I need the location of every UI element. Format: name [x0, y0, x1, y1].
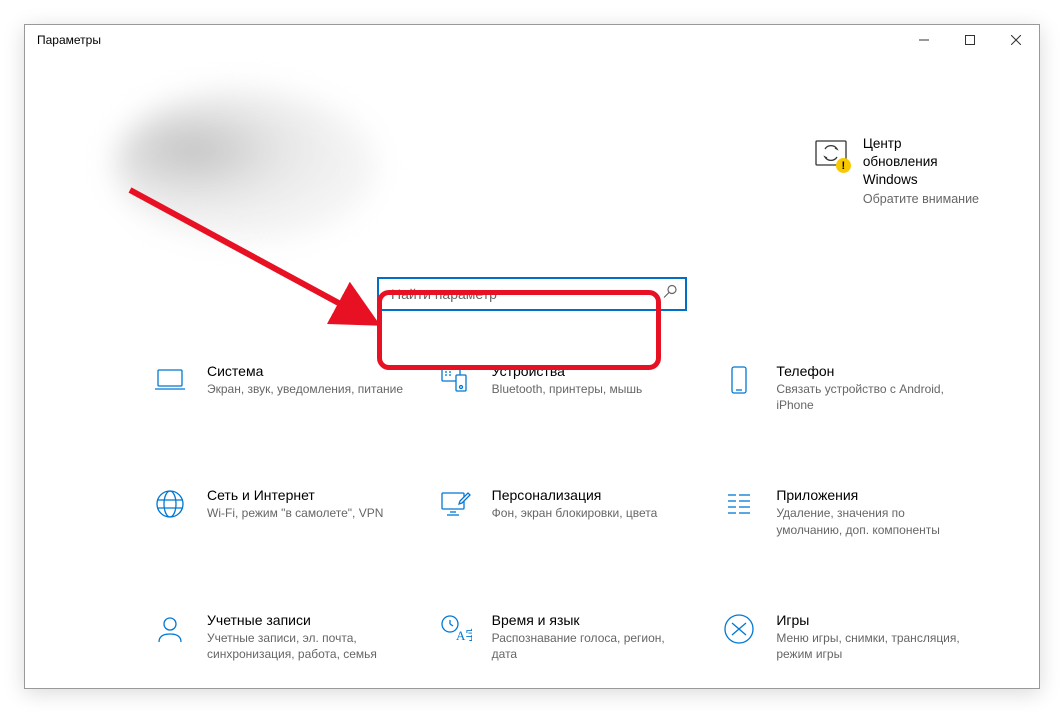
category-title: Сеть и Интернет — [207, 487, 383, 503]
category-phone[interactable]: Телефон Связать устройство с Android, iP… — [714, 355, 979, 419]
category-title: Учетные записи — [207, 612, 404, 628]
category-accounts[interactable]: Учетные записи Учетные записи, эл. почта… — [145, 604, 410, 668]
category-text: Время и язык Распознавание голоса, регио… — [492, 610, 689, 662]
personalization-icon — [436, 485, 474, 523]
category-title: Приложения — [776, 487, 973, 503]
update-title-line1: Центр — [863, 135, 979, 153]
titlebar: Параметры — [25, 25, 1039, 55]
category-system[interactable]: Система Экран, звук, уведомления, питани… — [145, 355, 410, 419]
accounts-icon — [151, 610, 189, 648]
category-text: Приложения Удаление, значения по умолчан… — [776, 485, 973, 537]
svg-text:A字: A字 — [456, 628, 472, 643]
windows-update-tile[interactable]: ! Центр обновления Windows Обратите вним… — [813, 135, 979, 206]
search-icon — [663, 285, 677, 304]
laptop-icon — [151, 361, 189, 399]
category-text: Персонализация Фон, экран блокировки, цв… — [492, 485, 658, 521]
category-title: Игры — [776, 612, 973, 628]
category-desc: Фон, экран блокировки, цвета — [492, 505, 658, 521]
category-title: Время и язык — [492, 612, 689, 628]
alert-badge-icon: ! — [836, 158, 851, 173]
category-desc: Экран, звук, уведомления, питание — [207, 381, 403, 397]
user-profile-blurred[interactable] — [115, 90, 375, 240]
time-language-icon: A字 — [436, 610, 474, 648]
category-time[interactable]: A字 Время и язык Распознавание голоса, ре… — [430, 604, 695, 668]
category-text: Система Экран, звук, уведомления, питани… — [207, 361, 403, 397]
close-button[interactable] — [993, 25, 1039, 55]
category-desc: Bluetooth, принтеры, мышь — [492, 381, 643, 397]
category-desc: Связать устройство с Android, iPhone — [776, 381, 973, 413]
minimize-button[interactable] — [901, 25, 947, 55]
category-devices[interactable]: Устройства Bluetooth, принтеры, мышь — [430, 355, 695, 419]
category-title: Устройства — [492, 363, 643, 379]
phone-icon — [720, 361, 758, 399]
category-apps[interactable]: Приложения Удаление, значения по умолчан… — [714, 479, 979, 543]
devices-icon — [436, 361, 474, 399]
update-title-line2: обновления — [863, 153, 979, 171]
apps-icon — [720, 485, 758, 523]
category-title: Система — [207, 363, 403, 379]
gaming-icon — [720, 610, 758, 648]
update-text: Центр обновления Windows Обратите вниман… — [863, 135, 979, 206]
category-title: Телефон — [776, 363, 973, 379]
update-subtitle: Обратите внимание — [863, 192, 979, 206]
search-input[interactable] — [377, 277, 687, 311]
window-controls — [901, 25, 1039, 55]
category-desc: Меню игры, снимки, трансляция, режим игр… — [776, 630, 973, 662]
search-container — [377, 277, 687, 311]
sync-icon: ! — [813, 135, 849, 171]
category-title: Персонализация — [492, 487, 658, 503]
category-desc: Удаление, значения по умолчанию, доп. ко… — [776, 505, 973, 537]
categories-grid: Система Экран, звук, уведомления, питани… — [145, 355, 979, 668]
category-desc: Распознавание голоса, регион, дата — [492, 630, 689, 662]
category-text: Игры Меню игры, снимки, трансляция, режи… — [776, 610, 973, 662]
window-title: Параметры — [37, 33, 101, 47]
category-network[interactable]: Сеть и Интернет Wi-Fi, режим "в самолете… — [145, 479, 410, 543]
settings-window: Параметры ! Цен — [24, 24, 1040, 689]
category-desc: Wi-Fi, режим "в самолете", VPN — [207, 505, 383, 521]
category-desc: Учетные записи, эл. почта, синхронизация… — [207, 630, 404, 662]
category-text: Телефон Связать устройство с Android, iP… — [776, 361, 973, 413]
maximize-button[interactable] — [947, 25, 993, 55]
category-text: Сеть и Интернет Wi-Fi, режим "в самолете… — [207, 485, 383, 521]
category-gaming[interactable]: Игры Меню игры, снимки, трансляция, режи… — [714, 604, 979, 668]
category-text: Устройства Bluetooth, принтеры, мышь — [492, 361, 643, 397]
category-text: Учетные записи Учетные записи, эл. почта… — [207, 610, 404, 662]
category-personalization[interactable]: Персонализация Фон, экран блокировки, цв… — [430, 479, 695, 543]
globe-icon — [151, 485, 189, 523]
update-title-line3: Windows — [863, 171, 979, 189]
